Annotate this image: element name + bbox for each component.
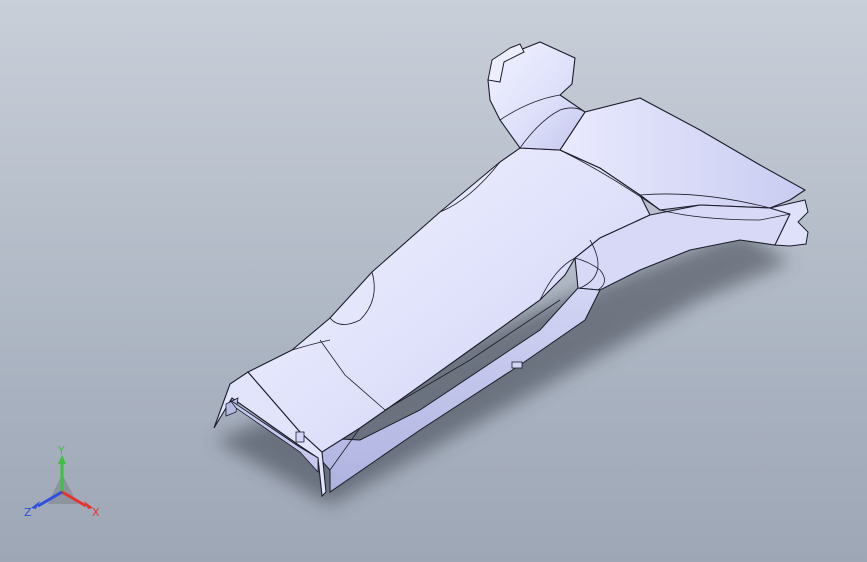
graphics-viewport[interactable]: Y X Z	[0, 0, 867, 562]
reference-triad[interactable]: Y X Z	[22, 446, 108, 526]
model-bottom-tab	[511, 361, 523, 369]
model-view[interactable]	[0, 0, 867, 562]
triad-x-label: X	[92, 506, 100, 519]
triad-y-label: Y	[57, 446, 65, 457]
triad-z-label: Z	[24, 506, 32, 519]
model-bottom-tab	[295, 431, 305, 443]
